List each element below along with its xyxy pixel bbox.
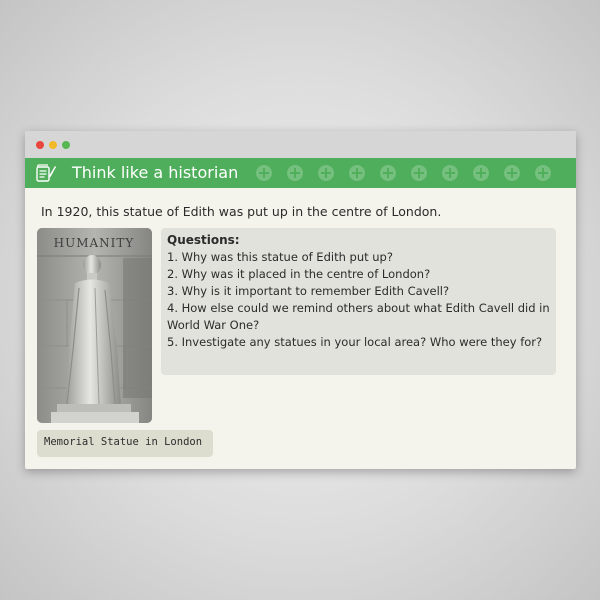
- plus-circle-icon: [411, 165, 427, 181]
- photo-caption: Memorial Statue in London: [44, 436, 203, 448]
- photo-caption-box: Memorial Statue in London: [37, 430, 213, 457]
- plus-circle-icon: [442, 165, 458, 181]
- plus-circle-icon: [504, 165, 520, 181]
- questions-list: 1. Why was this statue of Edith put up? …: [167, 249, 552, 351]
- question-item: 3. Why is it important to remember Edith…: [167, 284, 450, 298]
- question-item: 5. Investigate any statues in your local…: [167, 335, 543, 349]
- questions-panel: Questions: 1. Why was this statue of Edi…: [161, 228, 556, 375]
- plus-circle-icon: [256, 165, 272, 181]
- scroll-quill-icon: [36, 164, 56, 182]
- close-window-dot[interactable]: [36, 141, 44, 149]
- questions-heading: Questions:: [167, 233, 240, 247]
- plus-circle-icon: [473, 165, 489, 181]
- minimize-window-dot[interactable]: [49, 141, 57, 149]
- plus-pattern: [249, 158, 576, 188]
- browser-window: Think like a historian In 1920, this sta…: [25, 131, 576, 469]
- intro-text: In 1920, this statue of Edith was put up…: [41, 204, 442, 219]
- plus-circle-icon: [287, 165, 303, 181]
- statue-inscription: HUMANITY: [54, 236, 135, 250]
- statue-illustration: HUMANITY: [37, 228, 152, 423]
- window-titlebar: [25, 131, 576, 158]
- statue-photo: HUMANITY: [37, 228, 152, 423]
- question-item: 1. Why was this statue of Edith put up?: [167, 250, 393, 264]
- plus-circle-icon: [380, 165, 396, 181]
- banner-title: Think like a historian: [72, 163, 239, 182]
- plus-circle-icon: [349, 165, 365, 181]
- plus-circle-icon: [318, 165, 334, 181]
- section-banner: Think like a historian: [25, 158, 576, 188]
- question-item: 4. How else could we remind others about…: [167, 301, 550, 332]
- question-item: 2. Why was it placed in the centre of Lo…: [167, 267, 431, 281]
- maximize-window-dot[interactable]: [62, 141, 70, 149]
- plus-circle-icon: [535, 165, 551, 181]
